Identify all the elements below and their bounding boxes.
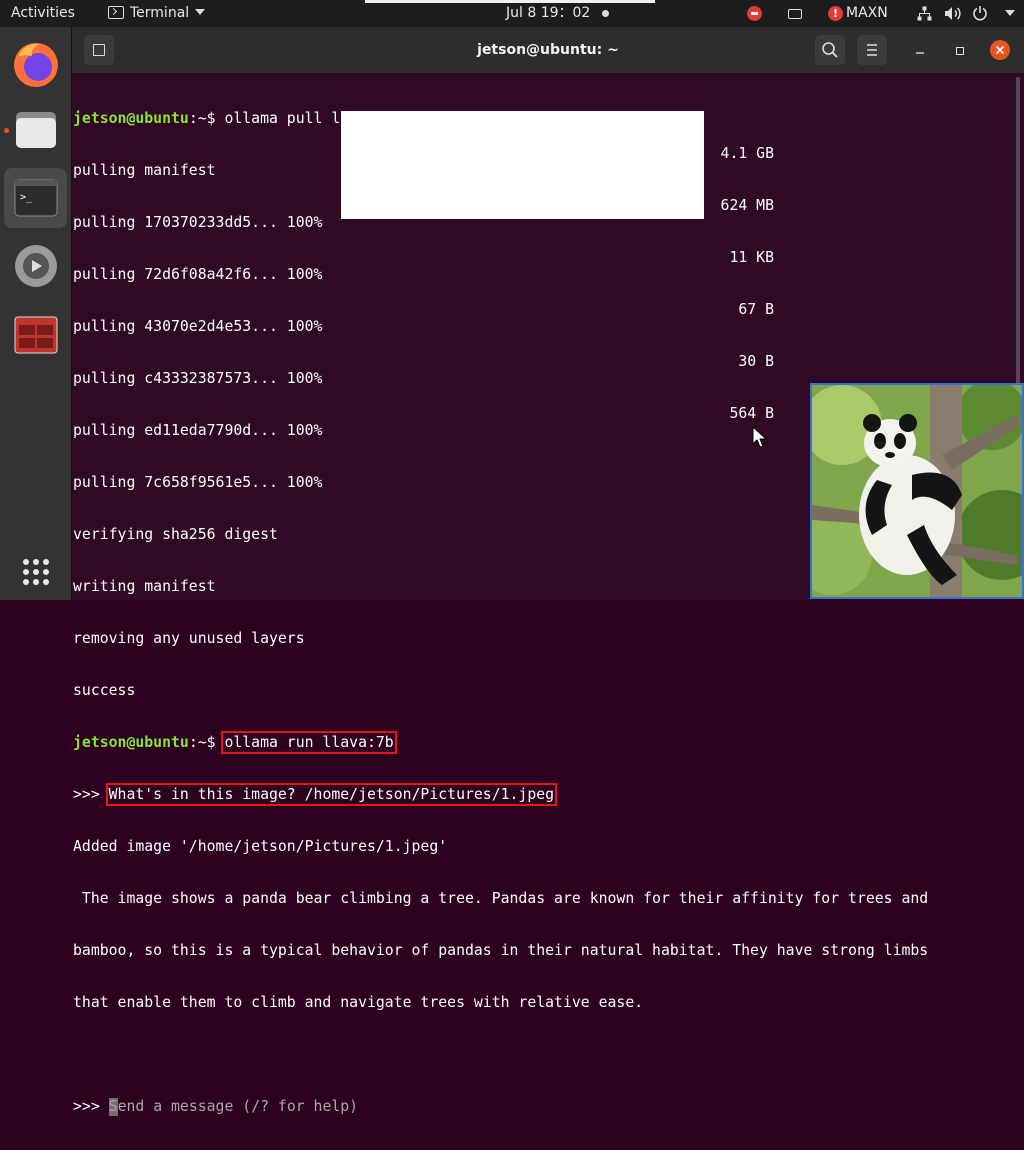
notification-dot-icon bbox=[602, 10, 609, 17]
hamburger-icon bbox=[867, 44, 877, 56]
settings-launcher[interactable] bbox=[4, 236, 67, 296]
menu-button[interactable] bbox=[857, 35, 887, 65]
volume-icon[interactable] bbox=[944, 6, 962, 21]
top-bar: Activities Terminal Jul 8 19：02 ! MAXN bbox=[0, 0, 1024, 27]
size-value: 4.1 GB bbox=[720, 145, 774, 162]
settings-icon bbox=[15, 245, 57, 287]
network-icon[interactable] bbox=[917, 6, 932, 21]
power-icon[interactable] bbox=[972, 5, 988, 21]
chevron-down-icon[interactable] bbox=[1005, 10, 1015, 16]
progress-bars-redacted bbox=[341, 111, 704, 219]
files-icon bbox=[16, 112, 56, 148]
warning-icon[interactable]: ! bbox=[828, 6, 843, 21]
search-button[interactable] bbox=[815, 35, 845, 65]
app-menu-label: Terminal bbox=[130, 5, 190, 21]
ollama-chevrons: >>> bbox=[73, 786, 109, 803]
mouse-pointer-icon bbox=[752, 426, 766, 448]
minimize-icon[interactable] bbox=[912, 43, 928, 59]
power-mode-label[interactable]: MAXN bbox=[846, 0, 888, 27]
terminal-line: jetson@ubuntu:~$ ollama run llava:7b bbox=[73, 731, 1013, 754]
grid-icon bbox=[23, 559, 49, 585]
input-placeholder[interactable]: end a message (/? for help) bbox=[118, 1098, 359, 1115]
run-command-highlighted: ollama run llava:7b bbox=[221, 731, 397, 754]
firefox-launcher[interactable] bbox=[4, 35, 67, 95]
ollama-chevrons: >>> bbox=[73, 1098, 109, 1115]
app-icon bbox=[14, 316, 58, 354]
cursor: S bbox=[108, 1098, 118, 1116]
chevron-down-icon bbox=[195, 9, 206, 15]
pull-line: pulling 43070e2d4e53... 100% bbox=[73, 318, 323, 335]
answer-line: bamboo, so this is a typical behavior of… bbox=[73, 942, 929, 959]
files-launcher[interactable] bbox=[4, 100, 67, 160]
terminal-icon: >_ bbox=[14, 179, 58, 217]
pull-line: pulling 72d6f08a42f6... 100% bbox=[73, 266, 323, 283]
app-launcher[interactable] bbox=[4, 305, 67, 365]
firefox-icon bbox=[14, 43, 58, 87]
maximize-icon[interactable] bbox=[952, 43, 968, 59]
input-line: >>> Send a message (/? for help) bbox=[73, 1098, 1013, 1116]
terminal-icon bbox=[108, 6, 124, 19]
question-highlighted: What's in this image? /home/jetson/Pictu… bbox=[105, 783, 558, 806]
activities-button[interactable]: Activities bbox=[11, 0, 75, 27]
search-icon bbox=[822, 42, 838, 58]
app-menu[interactable]: Terminal bbox=[108, 0, 206, 27]
terminal-line: Added image '/home/jetson/Pictures/1.jpe… bbox=[73, 838, 448, 855]
size-value: 624 MB bbox=[720, 197, 774, 214]
answer-line: The image shows a panda bear climbing a … bbox=[73, 890, 929, 907]
size-value: 67 B bbox=[738, 301, 774, 318]
panda-image bbox=[810, 383, 1024, 599]
svg-text:>_: >_ bbox=[20, 192, 33, 203]
terminal-line: >>> What's in this image? /home/jetson/P… bbox=[73, 783, 1013, 806]
terminal-launcher[interactable]: >_ bbox=[4, 168, 67, 228]
terminal-line: removing any unused layers bbox=[73, 630, 305, 647]
close-icon bbox=[995, 45, 1005, 55]
size-value: 11 KB bbox=[729, 249, 774, 266]
answer-line: that enable them to climb and navigate t… bbox=[73, 994, 644, 1011]
prompt-suffix: :~$ bbox=[188, 110, 225, 127]
close-button[interactable] bbox=[990, 40, 1010, 60]
keyboard-icon[interactable] bbox=[788, 9, 802, 19]
dock: >_ bbox=[0, 27, 71, 600]
stop-icon[interactable] bbox=[747, 6, 762, 21]
panda-illustration bbox=[812, 385, 1022, 597]
prompt-suffix: :~$ bbox=[188, 734, 225, 751]
clock[interactable]: Jul 8 19：02 bbox=[506, 0, 590, 27]
terminal-line: success bbox=[73, 682, 136, 699]
size-column: 4.1 GB 624 MB 11 KB 67 B 30 B 564 B bbox=[682, 111, 774, 457]
show-apps-button[interactable] bbox=[4, 542, 67, 602]
size-value: 564 B bbox=[729, 405, 774, 422]
size-value: 30 B bbox=[738, 353, 774, 370]
prompt-user: jetson@ubuntu bbox=[73, 110, 189, 127]
prompt-user: jetson@ubuntu bbox=[73, 734, 189, 751]
header-bar: jetson@ubuntu: ~ bbox=[72, 27, 1024, 73]
